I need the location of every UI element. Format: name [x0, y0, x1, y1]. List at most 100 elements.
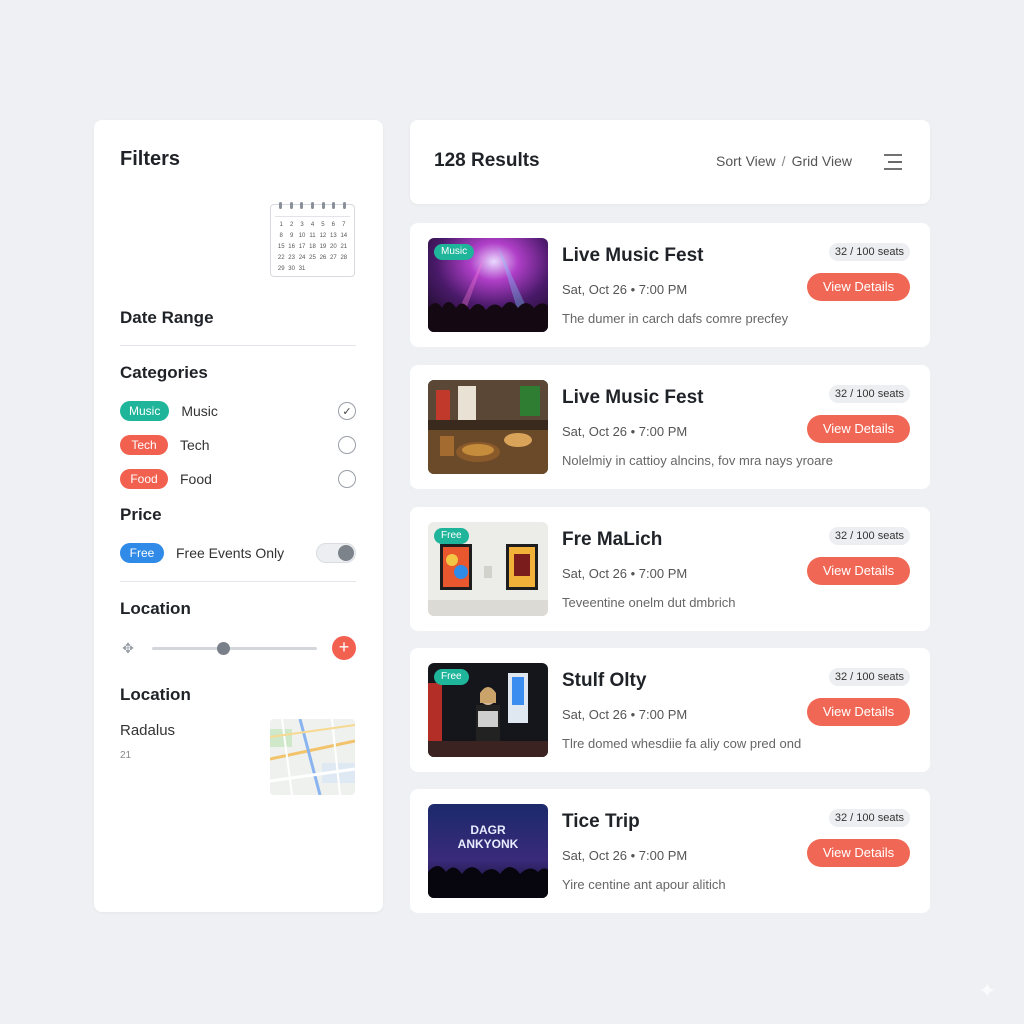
category-row-music[interactable]: Music Music ✓ — [120, 399, 356, 423]
calendar-day[interactable]: 27 — [328, 253, 338, 263]
event-description: Yire centine ant apour alitich — [562, 877, 726, 892]
event-title: Live Music Fest — [562, 245, 704, 266]
event-title: Tice Trip — [562, 811, 640, 832]
results-count: 128 Results — [434, 150, 540, 171]
calendar-day[interactable]: 17 — [297, 242, 307, 252]
calendar-day[interactable]: 9 — [286, 231, 296, 241]
event-title: Stulf Olty — [562, 670, 647, 691]
calendar-day[interactable]: 21 — [339, 242, 349, 252]
filters-title: Filters — [120, 148, 181, 170]
radio-icon[interactable] — [338, 436, 356, 454]
event-thumbnail-concert: Music — [428, 238, 548, 332]
event-description: Tlre domed whesdiie fa aliy cow pred ond — [562, 736, 802, 751]
thumbnail-text-line-2: ANKYONK — [458, 837, 519, 851]
divider — [120, 345, 356, 346]
event-description: Nolelmiy in cattioy alncins, fov mra nay… — [562, 453, 833, 468]
view-toggle: Sort View / Grid View — [716, 153, 852, 169]
category-name-music: Music — [181, 403, 218, 419]
calendar-day[interactable]: 26 — [318, 253, 328, 263]
calendar-day[interactable]: 11 — [307, 231, 317, 241]
event-card[interactable]: Free Stulf Olty Sat, Oct 26 • 7:00 PM Tl… — [410, 648, 930, 772]
radius-label: Radalus — [120, 722, 176, 739]
event-thumbnail-food-market — [428, 380, 548, 474]
calendar-day[interactable]: 19 — [318, 242, 328, 252]
calendar-day[interactable]: 8 — [276, 231, 286, 241]
thumbnail-badge: Free — [434, 528, 469, 544]
calendar-day[interactable]: 14 — [339, 231, 349, 241]
category-name-food: Food — [180, 471, 212, 487]
event-description: The dumer in carch dafs comre precfey — [562, 311, 789, 326]
calendar-day[interactable]: 7 — [339, 220, 349, 230]
free-events-toggle[interactable] — [316, 543, 356, 563]
calendar-day[interactable]: 28 — [339, 253, 349, 263]
calendar-day[interactable]: 1 — [276, 220, 286, 230]
view-details-button[interactable]: View Details — [807, 415, 910, 443]
calendar-day[interactable]: 16 — [286, 242, 296, 252]
calendar-day[interactable]: 13 — [328, 231, 338, 241]
calendar-day[interactable]: 2 — [286, 220, 296, 230]
location-slider-row: ✥ + — [120, 635, 356, 661]
event-thumbnail-speaker: Free — [428, 663, 548, 757]
calendar-widget[interactable]: 1 2 3 4 5 6 7 8 9 10 11 12 13 14 15 16 17 18 19 20 21 22 23 24 2… — [270, 202, 355, 277]
calendar-day[interactable]: 30 — [286, 264, 296, 274]
event-card[interactable]: Live Music Fest Sat, Oct 26 • 7:00 PM No… — [410, 365, 930, 489]
event-description: Teveentine onelm dut dmbrich — [562, 595, 736, 610]
calendar-grid[interactable]: 1 2 3 4 5 6 7 8 9 10 11 12 13 14 15 16 17 18 19 20 21 22 23 24 2… — [271, 217, 354, 277]
event-card[interactable]: DAGR ANKYONK Tice Trip Sat, Oct 26 • 7:0… — [410, 789, 930, 913]
event-date: Sat, Oct 26 • 7:00 PM — [562, 848, 688, 863]
thumbnail-badge: Free — [434, 669, 469, 685]
event-title: Live Music Fest — [562, 387, 704, 408]
calendar-day[interactable]: 12 — [318, 231, 328, 241]
seats-badge: 32 / 100 seats — [828, 809, 910, 827]
event-date: Sat, Oct 26 • 7:00 PM — [562, 282, 688, 297]
grid-view-link[interactable]: Grid View — [792, 153, 852, 169]
calendar-day[interactable]: 18 — [307, 242, 317, 252]
event-thumbnail-night-show: DAGR ANKYONK — [428, 804, 548, 898]
categories-label: Categories — [120, 363, 208, 382]
view-details-button[interactable]: View Details — [807, 273, 910, 301]
category-pill-tech: Tech — [120, 435, 168, 455]
calendar-day[interactable]: 10 — [297, 231, 307, 241]
add-button[interactable]: + — [332, 636, 356, 660]
event-card[interactable]: Free Fre MaLich Sat, Oct 26 • 7:00 PM Te… — [410, 507, 930, 631]
category-row-food[interactable]: Food Food — [120, 467, 356, 491]
category-row-tech[interactable]: Tech Tech — [120, 433, 356, 457]
event-thumbnail-gallery: Free — [428, 522, 548, 616]
free-events-row[interactable]: Free Free Events Only — [120, 541, 356, 565]
event-card[interactable]: Music Live Music Fest Sat, Oct 26 • 7:00… — [410, 223, 930, 347]
calendar-day[interactable]: 6 — [328, 220, 338, 230]
free-events-label: Free Events Only — [176, 545, 285, 561]
toggle-knob — [338, 545, 354, 561]
price-label: Price — [120, 505, 162, 524]
seats-badge: 32 / 100 seats — [828, 243, 910, 261]
radius-value: 21 — [120, 750, 132, 761]
thumbnail-badge: Music — [434, 244, 475, 260]
menu-icon[interactable] — [882, 152, 904, 172]
sort-view-link[interactable]: Sort View — [716, 153, 776, 169]
calendar-day[interactable]: 23 — [286, 253, 296, 263]
map-thumbnail[interactable] — [270, 719, 355, 795]
radio-icon[interactable] — [338, 470, 356, 488]
calendar-day[interactable]: 4 — [307, 220, 317, 230]
calendar-day[interactable]: 24 — [297, 253, 307, 263]
view-details-button[interactable]: View Details — [807, 839, 910, 867]
calendar-day[interactable]: 5 — [318, 220, 328, 230]
thumbnail-text-line-1: DAGR — [470, 823, 506, 837]
slider-thumb[interactable] — [216, 642, 230, 655]
calendar-day[interactable]: 3 — [297, 220, 307, 230]
seats-badge: 32 / 100 seats — [828, 385, 910, 403]
calendar-rings — [271, 202, 354, 209]
calendar-day[interactable]: 22 — [276, 253, 286, 263]
results-header: 128 Results Sort View / Grid View — [410, 120, 930, 204]
view-details-button[interactable]: View Details — [807, 698, 910, 726]
calendar-day[interactable]: 15 — [276, 242, 286, 252]
view-separator: / — [781, 153, 786, 169]
calendar-day[interactable]: 29 — [276, 264, 286, 274]
view-details-button[interactable]: View Details — [807, 557, 910, 585]
slider-track[interactable] — [152, 647, 317, 650]
calendar-day[interactable]: 31 — [297, 264, 307, 274]
check-icon[interactable]: ✓ — [338, 402, 356, 420]
location-label-2: Location — [120, 685, 191, 704]
calendar-day[interactable]: 25 — [307, 253, 317, 263]
calendar-day[interactable]: 20 — [328, 242, 338, 252]
